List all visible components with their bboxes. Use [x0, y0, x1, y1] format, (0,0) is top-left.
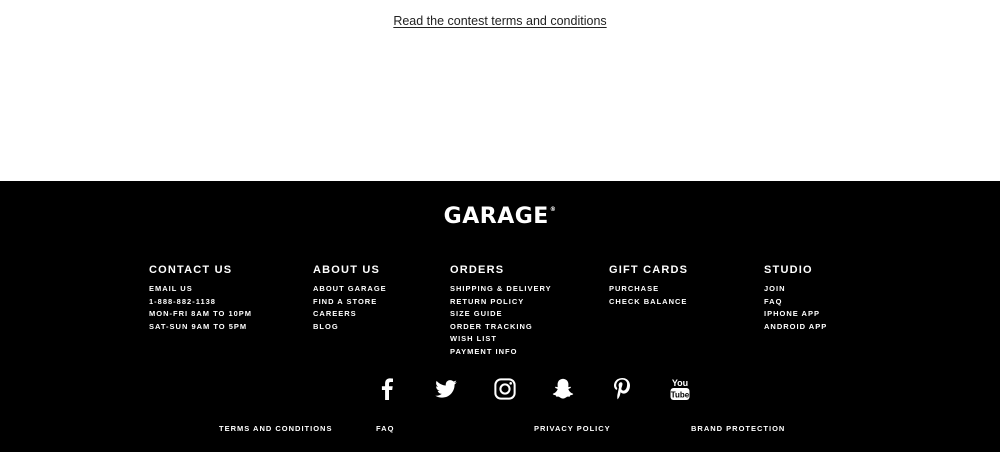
footer-link-purchase[interactable]: PURCHASE — [609, 284, 659, 293]
pinterest-icon[interactable] — [610, 377, 634, 401]
footer-link-payment-info[interactable]: PAYMENT INFO — [450, 347, 517, 356]
footer-column-about: ABOUT US ABOUT GARAGE FIND A STORE CAREE… — [313, 264, 387, 331]
youtube-icon-bottom-text: Tube — [671, 391, 690, 400]
column-heading: ORDERS — [450, 264, 505, 276]
terms-and-conditions-link[interactable]: TERMS AND CONDITIONS — [219, 424, 332, 433]
footer-column-gift-cards: GIFT CARDS PURCHASE CHECK BALANCE — [609, 264, 688, 306]
registered-mark: ® — [549, 206, 557, 213]
footer-link-wish-list[interactable]: WISH LIST — [450, 334, 497, 343]
footer-link-phone[interactable]: 1-888-882-1138 — [149, 297, 216, 306]
column-heading: GIFT CARDS — [609, 264, 689, 276]
footer-link-faq[interactable]: FAQ — [764, 297, 782, 306]
footer-column-orders: ORDERS SHIPPING & DELIVERY RETURN POLICY… — [450, 264, 552, 356]
footer-link-check-balance[interactable]: CHECK BALANCE — [609, 297, 687, 306]
footer-link-android-app[interactable]: ANDROID APP — [764, 322, 827, 331]
twitter-icon[interactable] — [434, 377, 458, 401]
footer-legal-links: TERMS AND CONDITIONS FAQ PRIVACY POLICY … — [0, 424, 1000, 436]
footer-link-email-us[interactable]: EMAIL US — [149, 284, 193, 293]
youtube-icon[interactable]: You Tube — [668, 377, 692, 401]
footer-link-order-tracking[interactable]: ORDER TRACKING — [450, 322, 533, 331]
contest-terms: Read the contest terms and conditions — [0, 14, 1000, 28]
faq-link[interactable]: FAQ — [376, 424, 394, 433]
footer-link-join[interactable]: JOIN — [764, 284, 786, 293]
footer-link-iphone-app[interactable]: IPHONE APP — [764, 309, 820, 318]
content-area: Read the contest terms and conditions — [0, 0, 1000, 181]
social-links: You Tube — [0, 377, 1000, 401]
snapchat-icon[interactable] — [551, 377, 575, 401]
contest-terms-link[interactable]: Read the contest terms and conditions — [393, 14, 606, 28]
footer-text-weekend-hours: SAT-SUN 9AM TO 5PM — [149, 321, 248, 331]
footer-link-about-garage[interactable]: ABOUT GARAGE — [313, 284, 387, 293]
footer-link-return-policy[interactable]: RETURN POLICY — [450, 297, 524, 306]
footer-link-size-guide[interactable]: SIZE GUIDE — [450, 309, 503, 318]
youtube-icon-top-text: You — [672, 378, 688, 388]
privacy-policy-link[interactable]: PRIVACY POLICY — [534, 424, 611, 433]
footer-link-shipping[interactable]: SHIPPING & DELIVERY — [450, 284, 552, 293]
brand-protection-link[interactable]: BRAND PROTECTION — [691, 424, 785, 433]
instagram-icon[interactable] — [493, 377, 517, 401]
footer-link-careers[interactable]: CAREERS — [313, 309, 357, 318]
column-heading: ABOUT US — [313, 264, 381, 276]
column-heading: STUDIO — [764, 264, 813, 276]
footer-column-contact: CONTACT US EMAIL US 1-888-882-1138 MON-F… — [149, 264, 252, 331]
logo-text: GARAGE — [443, 204, 549, 229]
garage-logo[interactable]: GARAGE® — [0, 204, 1000, 229]
facebook-icon[interactable] — [375, 377, 399, 401]
footer-link-blog[interactable]: BLOG — [313, 322, 339, 331]
footer-link-find-store[interactable]: FIND A STORE — [313, 297, 377, 306]
column-heading: CONTACT US — [149, 264, 233, 276]
footer-text-weekday-hours: MON-FRI 8AM TO 10PM — [149, 309, 253, 318]
site-footer: GARAGE® CONTACT US EMAIL US 1-888-882-11… — [0, 181, 1000, 452]
footer-column-studio: STUDIO JOIN FAQ IPHONE APP ANDROID APP — [764, 264, 827, 331]
